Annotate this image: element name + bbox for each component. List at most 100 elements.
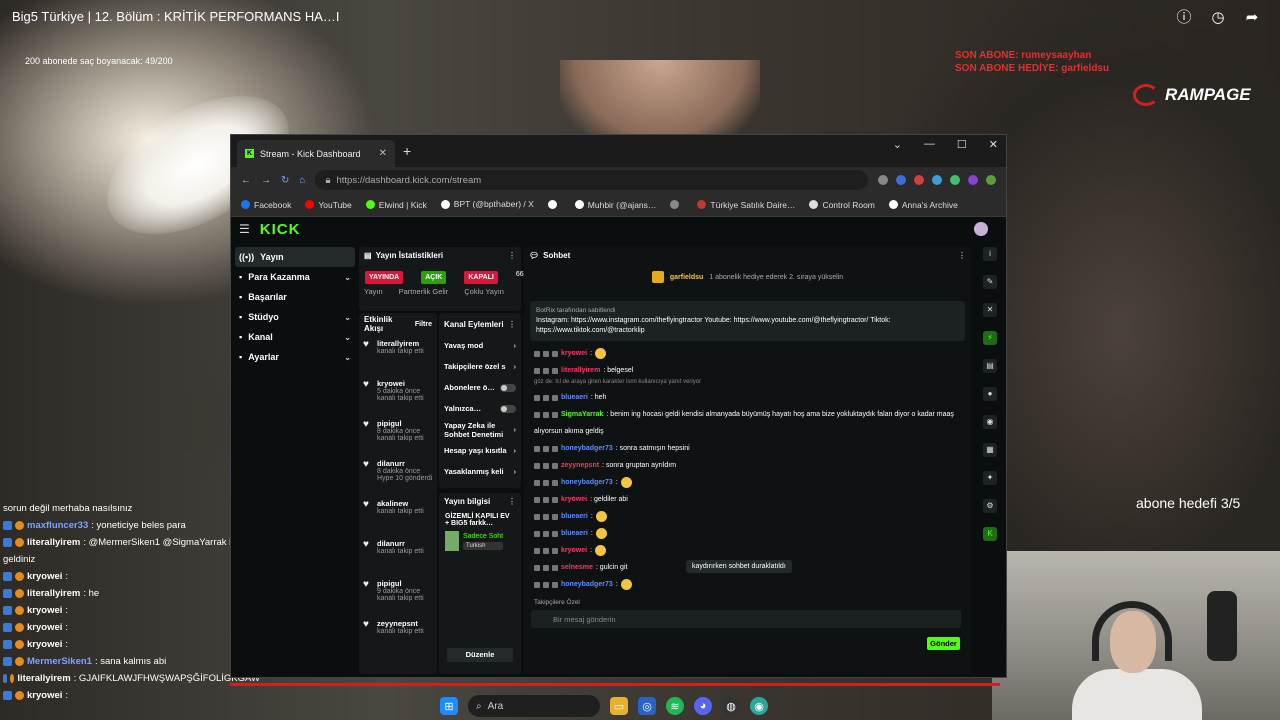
activity-item[interactable]: ♥ pipigul 9 dakika önce kanalı takip etti (359, 575, 437, 615)
channel-action[interactable]: Takipçilere özel s › (439, 356, 521, 377)
channel-action[interactable]: Hesap yaşı kısıtla › (439, 440, 521, 461)
chat-message[interactable]: kryowei: (524, 542, 971, 559)
chat-username[interactable]: literallyirem (561, 367, 600, 374)
gift-user[interactable]: garfieldsu (670, 274, 703, 281)
discord-icon[interactable]: ◕ (694, 697, 712, 715)
broadcast-icon[interactable]: ◉ (983, 415, 997, 429)
bookmark-item[interactable]: Facebook (241, 200, 291, 210)
chat-username[interactable]: kryowei (561, 547, 587, 554)
chat-username[interactable]: selnesme (561, 564, 593, 571)
more-icon[interactable]: ⋮ (958, 251, 966, 260)
bookmark-item[interactable] (670, 200, 683, 209)
chat-message[interactable]: zeyynepsnt: sonra gruptan ayrıldım (524, 457, 971, 474)
chat-message[interactable]: blueaeri: heh (524, 389, 971, 406)
chat-message[interactable]: kryowei: (524, 345, 971, 362)
channel-action[interactable]: Yasaklanmış keli › (439, 461, 521, 482)
chat-message[interactable]: honeybadger73: (524, 474, 971, 491)
bookmark-item[interactable]: BPT (@bptհaber) / X (440, 199, 534, 210)
wrench-icon[interactable]: ✦ (983, 471, 997, 485)
activity-item[interactable]: ♥ literallyirem kanalı takip etti (359, 335, 437, 375)
sidebar-item[interactable]: ((•)) Yayın (235, 247, 355, 267)
address-bar[interactable]: 🔒︎ https://dashboard.kick.com/stream (315, 170, 868, 190)
menu-icon[interactable]: ☰ (239, 222, 250, 236)
category-name[interactable]: Sadece Soht (463, 533, 503, 540)
sidebar-item[interactable]: ▪ Ayarlar ⌄ (235, 347, 355, 367)
toggle-switch[interactable] (500, 383, 516, 392)
share-icon[interactable]: ➦ (1242, 9, 1262, 27)
sidebar-item[interactable]: ▪ Stüdyo ⌄ (235, 307, 355, 327)
activity-item[interactable]: ♥ kryowei 5 dakika önce kanalı takip etti (359, 375, 437, 415)
globe-icon[interactable]: ◉ (750, 697, 768, 715)
browser-tab[interactable]: K Stream - Kick Dashboard ✕ (237, 140, 395, 167)
chat-username[interactable]: kryowei (561, 496, 587, 503)
chat-message[interactable]: literallyirem: belgesel (524, 362, 971, 379)
pencil-icon[interactable]: ✎ (983, 275, 997, 289)
chat-message[interactable]: kryowei: geldiler abi (524, 491, 971, 508)
activity-item[interactable]: ♥ zeyynepsnt kanalı takip etti (359, 615, 437, 655)
chat-username[interactable]: blueaeri (561, 513, 588, 520)
close-tab-icon[interactable]: ✕ (379, 148, 387, 159)
bookmark-item[interactable]: YouTube (305, 200, 352, 210)
minimize-icon[interactable]: — (924, 138, 935, 151)
send-button[interactable]: Gönder (927, 637, 960, 650)
forward-icon[interactable]: → (261, 175, 271, 186)
chat-username[interactable]: honeybadger73 (561, 445, 613, 452)
edit-button[interactable]: Düzenle (447, 648, 513, 662)
channel-action[interactable]: Yapay Zeka ile Sohbet Denetimi › (439, 419, 521, 440)
chat-input[interactable]: Bir mesaj gönderin (531, 610, 961, 628)
zoom-icon[interactable] (878, 175, 888, 185)
chat-message[interactable]: honeybadger73: (524, 576, 971, 593)
activity-item[interactable]: ♥ akalinew kanalı takip etti (359, 495, 437, 535)
pinned-text[interactable]: Instagram: https://www.instagram.com/the… (536, 316, 959, 336)
new-tab-icon[interactable]: + (403, 143, 411, 159)
chat-message[interactable]: blueaeri: (524, 508, 971, 525)
extension-icon[interactable] (914, 175, 924, 185)
channel-action[interactable]: Abonelere ö… (439, 377, 521, 398)
activity-item[interactable]: ♥ dilanurr 8 dakika önce Hype 10 gönderdi (359, 455, 437, 495)
spotify-icon[interactable]: ≋ (666, 697, 684, 715)
filter-button[interactable]: Filtre (415, 321, 432, 328)
profile-icon[interactable] (986, 175, 996, 185)
chat-username[interactable]: zeyynepsnt (561, 462, 599, 469)
more-icon[interactable]: ⋮ (508, 320, 516, 329)
app-icon[interactable]: ◍ (722, 697, 740, 715)
bookmark-item[interactable]: Muhbir (@ajans… (574, 200, 656, 210)
chrome-icon[interactable]: ◎ (638, 697, 656, 715)
toggle-switch[interactable] (500, 404, 516, 413)
more-icon[interactable]: ⋮ (508, 251, 516, 260)
close-window-icon[interactable]: ✕ (989, 138, 998, 151)
bookmark-item[interactable]: Anna's Archive (888, 200, 958, 210)
settings-icon[interactable]: ⚙︎ (983, 499, 997, 513)
back-icon[interactable]: ← (241, 175, 251, 186)
kick-logo[interactable]: KICK (260, 221, 301, 238)
channel-action[interactable]: Yalnızca… (439, 398, 521, 419)
extension-icon[interactable] (932, 175, 942, 185)
bookmark-star-icon[interactable] (896, 175, 906, 185)
chat-bubble-icon[interactable]: ● (983, 387, 997, 401)
chat-username[interactable]: honeybadger73 (561, 581, 613, 588)
activity-item[interactable]: ♥ pipigul 8 dakika önce kanalı takip etti (359, 415, 437, 455)
home-icon[interactable]: ⌂ (299, 175, 305, 186)
folder-icon[interactable]: ▭ (610, 697, 628, 715)
chat-paused-notice[interactable]: kaydırırken sohbet duraklatıldı (686, 560, 792, 573)
chat-message[interactable]: honeybadger73: sonra satmışın hepsini (524, 440, 971, 457)
windows-start-icon[interactable]: ⊞ (440, 697, 458, 715)
chat-username[interactable]: honeybadger73 (561, 479, 613, 486)
chevron-down-icon[interactable]: ⌄ (893, 138, 902, 151)
chat-username[interactable]: blueaeri (561, 530, 588, 537)
sidebar-item[interactable]: ▪ Başarılar (235, 287, 355, 307)
taskbar-search[interactable]: ⌕ Ara (468, 695, 600, 717)
chat-message[interactable]: SigmaYarrak: benim ing hocası geldi kend… (524, 406, 971, 423)
channel-action[interactable]: Yavaş mod › (439, 335, 521, 356)
layout-icon[interactable]: ▦ (983, 443, 997, 457)
close-icon[interactable]: ✕ (983, 303, 997, 317)
bolt-icon[interactable]: ⚡︎ (983, 331, 997, 345)
bookmark-item[interactable]: Control Room (809, 200, 875, 210)
clock-icon[interactable]: ◷ (1208, 9, 1228, 27)
chat-username[interactable]: blueaeri (561, 394, 588, 401)
avatar[interactable] (974, 222, 988, 236)
info-icon[interactable]: i (983, 247, 997, 261)
extension-icon[interactable] (968, 175, 978, 185)
document-icon[interactable]: ▤ (983, 359, 997, 373)
activity-item[interactable]: ♥ dilanurr kanalı takip etti (359, 535, 437, 575)
